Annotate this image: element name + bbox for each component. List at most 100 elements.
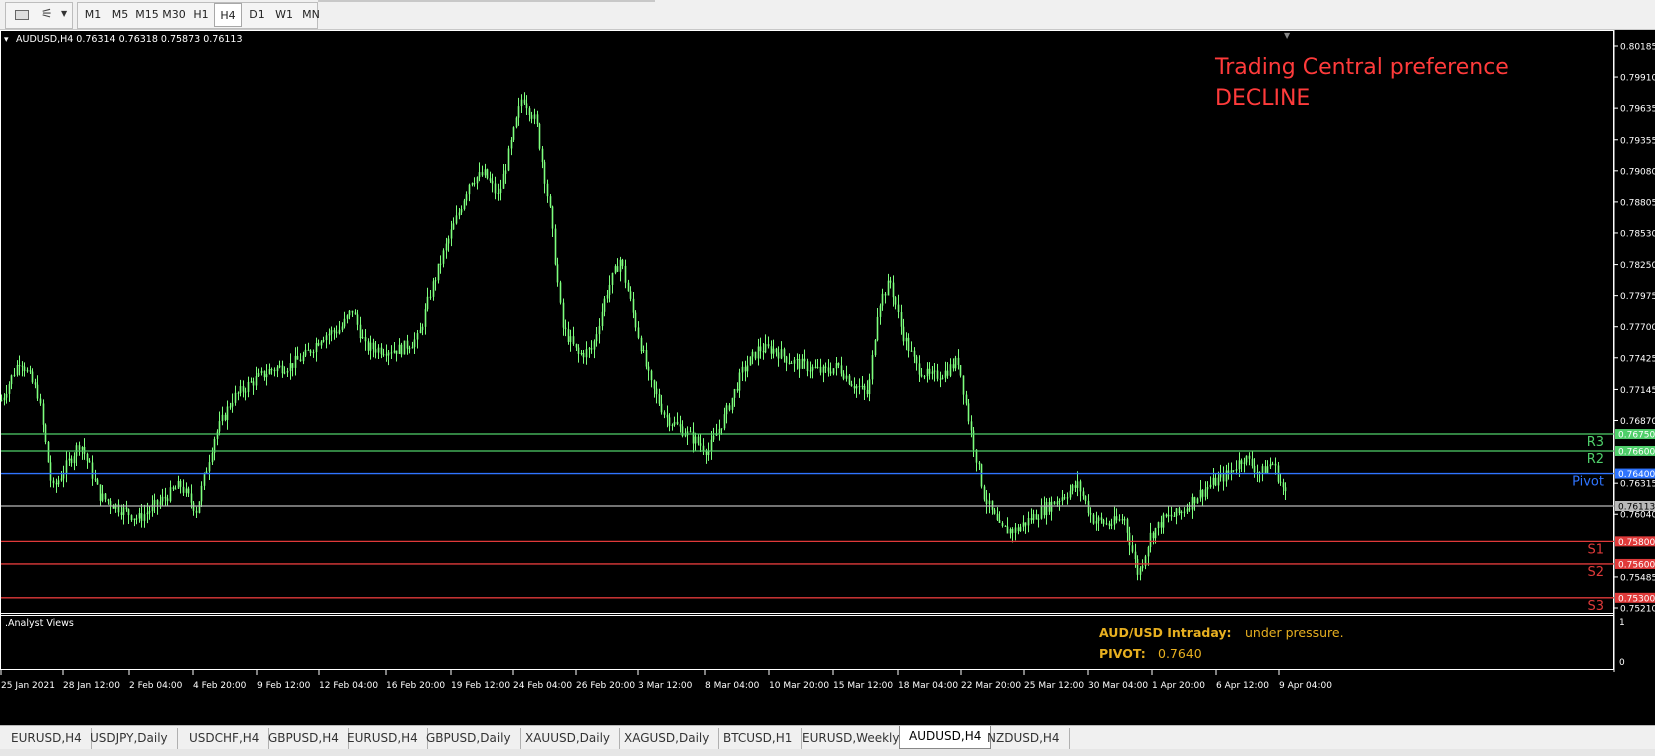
candle-body [751, 351, 754, 357]
candle-body [603, 298, 606, 312]
chart-tab[interactable]: BTCUSD,H1 [714, 728, 803, 749]
timeframe-button-m30[interactable]: M30 [160, 3, 188, 27]
candle-body [463, 200, 466, 210]
candle-body [81, 447, 84, 450]
timeframe-button-w1[interactable]: W1 [270, 3, 298, 27]
candle-body [809, 370, 812, 372]
candle-body [624, 265, 627, 283]
chart-tab[interactable]: EURUSD,H4 [338, 728, 428, 749]
candle-body [1165, 514, 1168, 517]
timeframe-button-m15[interactable]: M15 [133, 3, 161, 27]
candle-body [645, 350, 648, 367]
candle-body [1095, 521, 1098, 524]
candle-body [842, 373, 845, 379]
candle-body [614, 266, 617, 273]
chart-tab[interactable]: GBPUSD,Daily [417, 728, 521, 749]
time-scale-label: 3 Mar 12:00 [638, 681, 693, 691]
chart-window[interactable]: 0.76750 R3 0.76600 R2 0.76400 Pivot 0.76113 0.7… [0, 30, 1655, 725]
candle-body [1243, 462, 1246, 464]
candle-body [265, 374, 268, 378]
chart-tab[interactable]: EURUSD,Weekly [793, 728, 910, 749]
candle-body [153, 500, 156, 505]
candle-body [621, 259, 624, 266]
candle-body [294, 355, 297, 368]
timeframe-button-m5[interactable]: M5 [106, 3, 134, 27]
chart-tab[interactable]: XAGUSD,Daily [615, 728, 720, 749]
candle-body [322, 340, 325, 342]
candle-body [133, 518, 136, 520]
chart-tab[interactable]: USDCHF,H4 [180, 728, 270, 749]
candle-body [1084, 496, 1087, 501]
candle-body [242, 386, 245, 392]
candle-body [1269, 464, 1272, 467]
candle-body [507, 148, 510, 171]
candle-body [567, 329, 570, 342]
candle-body [829, 371, 832, 374]
candle-body [907, 337, 910, 351]
candle-body [307, 349, 310, 351]
chart-tab[interactable]: NZDUSD,H4 [978, 728, 1070, 749]
timeframe-button-d1[interactable]: D1 [243, 3, 271, 27]
chart-tab[interactable]: EURUSD,H4 [2, 728, 92, 749]
candle-body [107, 499, 110, 502]
candle-body [1274, 463, 1277, 466]
timeframe-button-m1[interactable]: M1 [79, 3, 107, 27]
chart-tab[interactable]: USDJPY,Daily [81, 728, 178, 749]
preference-title: Trading Central preference [1214, 55, 1509, 80]
candle-body [356, 314, 359, 325]
timeframe-button-mn[interactable]: MN [297, 3, 325, 27]
candle-body [1279, 481, 1282, 483]
line-tools-icon[interactable]: ⚟ [41, 7, 53, 22]
candle-body [16, 365, 19, 375]
chart-bar-icon[interactable] [15, 10, 29, 20]
candle-body [770, 346, 773, 354]
candle-body [629, 291, 632, 299]
time-scale-label: 25 Jan 2021 [1, 681, 55, 691]
candle-body [216, 431, 219, 439]
price-scale-label: 0.76870 [1620, 417, 1655, 427]
candle-body [819, 366, 822, 373]
candle-body [998, 519, 1001, 523]
time-scale-label: 26 Feb 20:00 [576, 681, 635, 691]
candle-body [759, 346, 762, 352]
candle-body [541, 148, 544, 163]
candle-body [88, 460, 91, 463]
candle-body [8, 384, 11, 394]
candle-body [762, 351, 765, 353]
candle-body [473, 183, 476, 185]
chart-tab[interactable]: XAUUSD,Daily [516, 728, 621, 749]
chart-tab[interactable]: GBPUSD,H4 [259, 728, 349, 749]
candle-body [276, 367, 279, 372]
candle-body [1066, 497, 1069, 499]
dropdown-chevron-icon[interactable]: ▼ [61, 9, 67, 18]
candle-body [1087, 500, 1090, 513]
candle-body [1178, 508, 1181, 514]
candle-body [588, 348, 591, 350]
candle-body [718, 429, 721, 434]
candle-body [933, 370, 936, 372]
candle-body [221, 414, 224, 422]
candle-body [910, 350, 913, 352]
candle-body [1108, 523, 1111, 526]
candle-body [42, 403, 45, 425]
candle-body [650, 370, 653, 381]
candle-body [1206, 487, 1209, 490]
time-scale-label: 18 Mar 04:00 [898, 681, 958, 691]
collapse-arrow-icon[interactable]: ▾ [4, 35, 9, 45]
candle-body [374, 349, 377, 353]
candle-body [1240, 460, 1243, 464]
candle-body [663, 412, 666, 415]
candle-body [988, 500, 991, 505]
candle-body [283, 372, 286, 374]
candle-body [47, 441, 50, 463]
sub-scale-bottom: 0 [1619, 658, 1625, 668]
candle-body [572, 336, 575, 344]
candle-body [801, 358, 804, 369]
timeframe-button-h1[interactable]: H1 [187, 3, 215, 27]
timeframe-button-h4[interactable]: H4 [214, 3, 242, 27]
candle-body [757, 346, 760, 359]
candle-body [1245, 455, 1248, 463]
candle-body [993, 509, 996, 514]
shift-marker-icon[interactable]: ▼ [1284, 31, 1291, 40]
candle-body [120, 512, 123, 516]
